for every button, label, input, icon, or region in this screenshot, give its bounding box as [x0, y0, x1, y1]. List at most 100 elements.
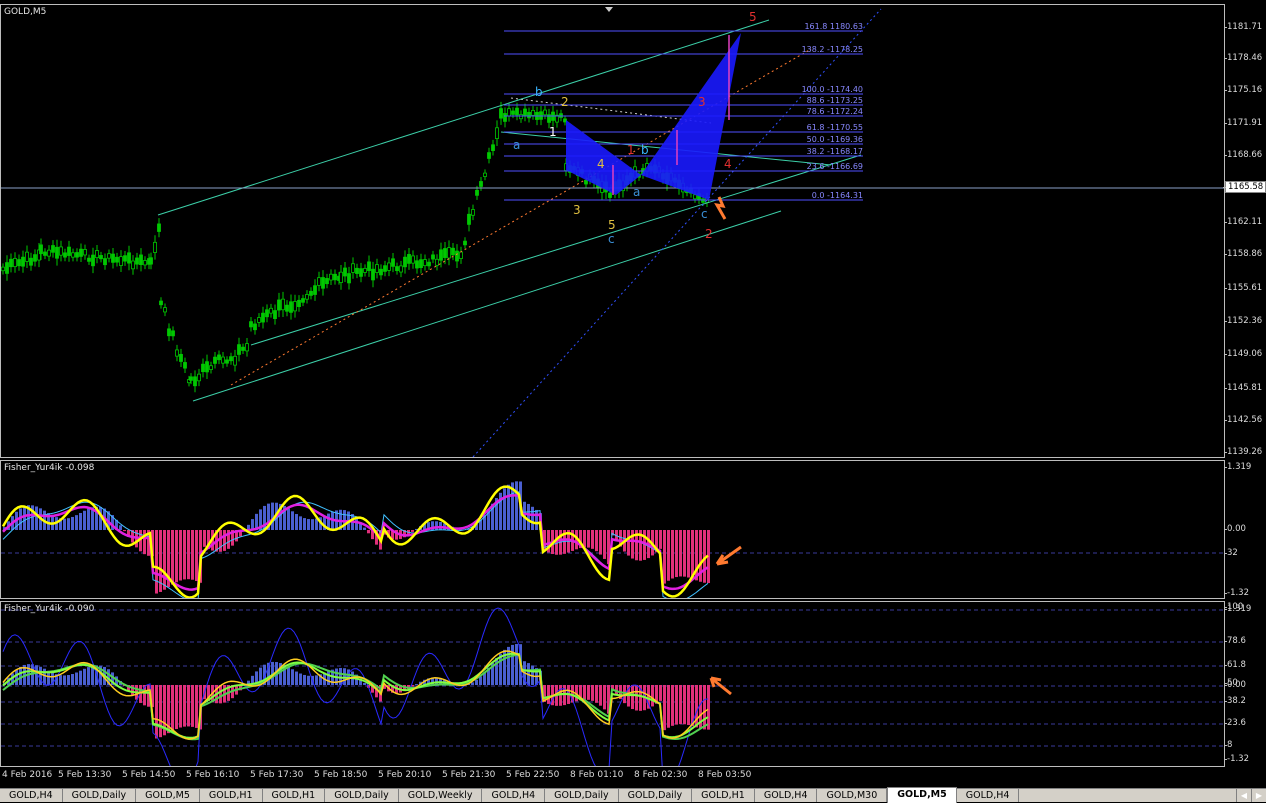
candle-body — [480, 181, 483, 186]
candle-body — [460, 252, 463, 259]
time-axis[interactable]: 4 Feb 20165 Feb 13:305 Feb 14:505 Feb 16… — [0, 767, 1225, 787]
histogram-bar — [23, 506, 26, 530]
histogram-bar — [179, 530, 182, 581]
candle-body — [68, 247, 71, 255]
candle-body — [184, 362, 187, 368]
fisher-envelope-line — [3, 492, 708, 599]
wave-label: 3 — [573, 203, 581, 217]
candle-body — [158, 224, 161, 232]
price-tick: 1178.46 — [1227, 53, 1262, 63]
histogram-bar — [679, 530, 682, 576]
chart-tab[interactable]: GOLD,H1 — [263, 789, 326, 802]
wave-label: 5 — [608, 218, 616, 232]
indicator-tick: 8 — [1227, 740, 1232, 750]
chart-tab[interactable]: GOLD,H4 — [482, 789, 545, 802]
candle-body — [154, 242, 157, 252]
fib-level-label: 78.6 -1172.24 — [781, 107, 863, 116]
histogram-bar — [683, 685, 686, 724]
fib-level-label: 100.0 -1174.40 — [781, 85, 863, 94]
histogram-bar — [707, 685, 710, 730]
current-price-label: 1165.58 — [1225, 181, 1266, 193]
wave-label: b — [641, 143, 649, 157]
histogram-bar — [663, 685, 666, 730]
candle-body — [544, 110, 547, 115]
chart-tab[interactable]: GOLD,H4 — [957, 789, 1020, 802]
fisher-trigger-line — [3, 651, 708, 739]
price-tick: 1142.56 — [1227, 415, 1262, 425]
chart-tab[interactable]: GOLD,Daily — [619, 789, 693, 802]
histogram-bar — [599, 530, 602, 555]
histogram-bar — [651, 685, 654, 706]
candle-body — [18, 260, 21, 266]
candle-body — [246, 344, 249, 351]
histogram-bar — [295, 514, 298, 530]
candle-body — [310, 291, 313, 295]
indicator-2-plot[interactable] — [1, 602, 1225, 767]
histogram-bar — [511, 645, 514, 685]
fib-level-label: 50.0 -1169.36 — [781, 135, 863, 144]
wave-label: 4 — [724, 157, 732, 171]
candle-body — [326, 278, 329, 283]
chart-tab[interactable]: GOLD,Daily — [545, 789, 619, 802]
candle-body — [380, 269, 383, 275]
candle-body — [440, 250, 443, 260]
histogram-bar — [515, 481, 518, 530]
candle-body — [702, 199, 705, 202]
dotted-projection-line — [473, 9, 881, 457]
candle-body — [238, 345, 241, 355]
indicator-1-axis: 1.3190.0032-1.32 — [1225, 460, 1266, 599]
tab-scroll-right-icon[interactable]: ▶ — [1251, 789, 1266, 802]
candle-body — [302, 299, 305, 303]
candle-body — [150, 258, 153, 264]
histogram-bar — [219, 685, 222, 703]
candle-body — [198, 374, 201, 381]
candle-body — [22, 257, 25, 266]
histogram-bar — [343, 668, 346, 685]
fisher-indicator-panel-2[interactable]: Fisher_Yur4ik -0.090 — [0, 601, 1225, 767]
chart-tab[interactable]: GOLD,H4 — [755, 789, 818, 802]
candle-body — [210, 366, 213, 370]
histogram-bar — [363, 528, 366, 530]
histogram-bar — [595, 530, 598, 551]
main-price-chart[interactable]: GOLD,M5 161.8 1180.63138.2 -1178.25100.0… — [0, 4, 1225, 458]
candle-body — [512, 111, 515, 114]
histogram-bar — [507, 485, 510, 530]
histogram-bar — [679, 685, 682, 724]
chart-tab[interactable]: GOLD,M30 — [817, 789, 887, 802]
histogram-bar — [63, 519, 66, 530]
fisher-indicator-panel-1[interactable]: Fisher_Yur4ik -0.098 — [0, 460, 1225, 599]
histogram-bar — [479, 676, 482, 685]
signal-arrow-icon — [717, 547, 741, 564]
price-tick: 1158.86 — [1227, 249, 1262, 259]
chart-tab[interactable]: GOLD,Daily — [325, 789, 399, 802]
chart-tab[interactable]: GOLD,Weekly — [399, 789, 483, 802]
candle-body — [108, 254, 111, 258]
price-axis[interactable]: 1181.711178.461175.161171.911168.661165.… — [1225, 4, 1266, 458]
tab-scroll-left-icon[interactable]: ◀ — [1236, 789, 1251, 802]
candle-body — [504, 113, 507, 121]
chart-tab[interactable]: GOLD,H4 — [0, 789, 63, 802]
chart-tab[interactable]: GOLD,Daily — [63, 789, 137, 802]
indicator-tick: 0.00 — [1227, 680, 1246, 690]
indicator-tick: -1.32 — [1227, 754, 1249, 764]
time-tick: 5 Feb 16:10 — [186, 770, 239, 780]
fib-level-label: 61.8 -1170.55 — [781, 123, 863, 132]
candle-body — [412, 256, 415, 263]
candle-body — [270, 308, 273, 313]
candle-body — [266, 310, 269, 317]
indicator-1-plot[interactable] — [1, 461, 1225, 599]
histogram-bar — [659, 530, 662, 549]
candle-body — [314, 286, 317, 295]
histogram-bar — [219, 530, 222, 552]
candle-body — [144, 261, 147, 265]
candle-body — [222, 357, 225, 363]
histogram-bar — [367, 530, 370, 533]
chart-tab[interactable]: GOLD,H1 — [692, 789, 755, 802]
chart-tab[interactable]: GOLD,M5 — [136, 789, 200, 802]
histogram-bar — [291, 669, 294, 685]
candle-body — [372, 269, 375, 280]
candle-body — [218, 355, 221, 360]
tab-scroll-controls: ◀ ▶ — [1236, 789, 1266, 802]
candle-body — [340, 272, 343, 282]
chart-tab[interactable]: GOLD,H1 — [200, 789, 263, 802]
